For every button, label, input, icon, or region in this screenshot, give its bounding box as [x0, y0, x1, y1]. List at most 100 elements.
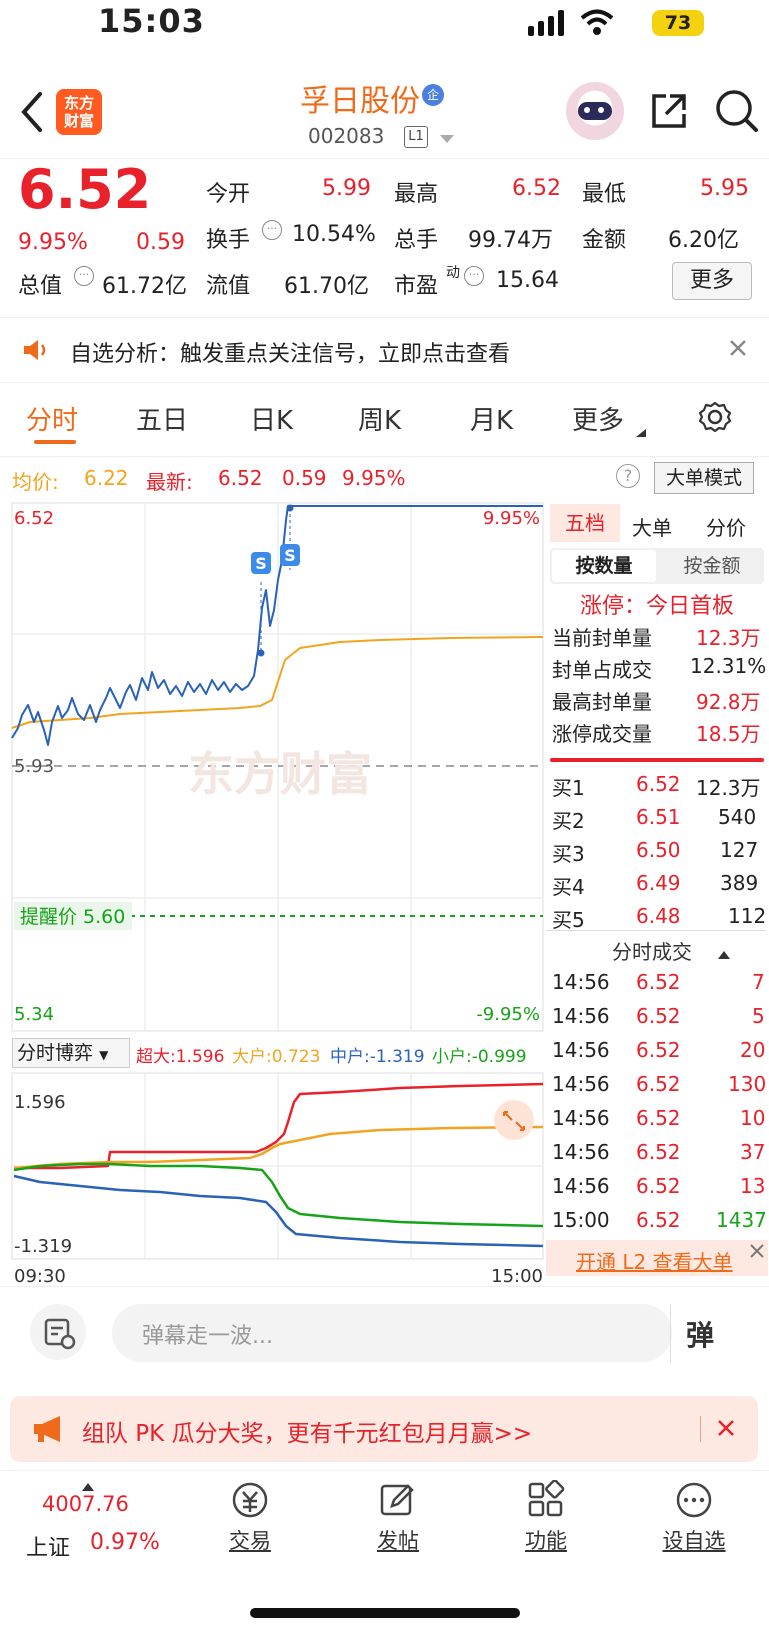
trade-price: 6.52	[636, 1106, 681, 1130]
feed-icon[interactable]	[30, 1304, 86, 1360]
search-icon[interactable]	[714, 88, 758, 138]
signal-marker: S	[284, 546, 296, 565]
low-label: 最低	[582, 182, 627, 207]
panel-tab-price-dist[interactable]: 分价	[706, 512, 746, 541]
tab-5day[interactable]: 五日	[136, 400, 188, 437]
more-dots-icon	[676, 1482, 712, 1518]
trades-title[interactable]: 分时成交	[612, 936, 692, 965]
index-name[interactable]: 上证	[26, 1530, 70, 1562]
info-icon[interactable]: ···	[74, 266, 94, 286]
sub-tab-by-amount[interactable]: 按金额	[660, 550, 764, 582]
grid-icon	[528, 1479, 565, 1517]
nav-functions[interactable]: 功能	[496, 1479, 596, 1555]
alert-price-label: 提醒价 5.60	[20, 906, 125, 928]
flow-selector[interactable]: 分时博弈 ▼	[12, 1038, 130, 1068]
latest-change: 0.59	[282, 466, 327, 490]
flow-chart[interactable]: 1.596 -1.319 09:30 15:00	[0, 1072, 545, 1290]
danmu-toggle-button[interactable]: 弹	[686, 1314, 714, 1354]
open-value: 5.99	[322, 176, 371, 201]
stat-label: 涨停成交量	[552, 722, 652, 746]
bid-qty: 127	[720, 838, 759, 862]
y-bottom-label: 5.34	[14, 1004, 54, 1025]
small-label: 小户:-0.999	[432, 1047, 527, 1067]
tab-daily-k[interactable]: 日K	[250, 400, 293, 437]
tab-intraday[interactable]: 分时	[26, 400, 78, 437]
back-icon[interactable]	[18, 90, 46, 138]
dropdown-icon[interactable]	[440, 130, 454, 149]
brand-logo: 东方 财富	[56, 89, 102, 135]
share-icon[interactable]	[648, 90, 690, 136]
index-value[interactable]: 4007.76	[42, 1492, 129, 1516]
close-icon[interactable]	[716, 1418, 736, 1442]
trade-time: 14:56	[552, 1004, 610, 1028]
bid-label: 买3	[552, 842, 585, 866]
close-icon[interactable]	[728, 338, 748, 362]
bid-qty: 112	[728, 904, 767, 928]
sub-tab-by-qty[interactable]: 按数量	[552, 550, 656, 582]
panel-tab-big-order[interactable]: 大单	[632, 512, 672, 541]
amount-value: 6.20亿	[668, 228, 739, 253]
pe-value: 15.64	[496, 268, 559, 293]
tab-more[interactable]: 更多	[572, 400, 624, 437]
bid-qty: 540	[718, 805, 757, 829]
stat-label: 封单占成交	[552, 658, 652, 682]
gear-icon[interactable]	[698, 400, 732, 438]
nav-add-watchlist[interactable]: 设自选	[644, 1480, 744, 1555]
bigorder-mode-button[interactable]: 大单模式	[654, 462, 754, 494]
info-icon[interactable]: ···	[262, 220, 282, 240]
trade-price: 6.52	[636, 970, 681, 994]
yuan-icon	[232, 1482, 268, 1518]
l2-link[interactable]: 开通 L2 查看大单	[576, 1246, 733, 1275]
bid-qty: 12.3万	[696, 776, 761, 800]
panel-tab-five-level[interactable]: 五档	[550, 504, 620, 542]
nav-post[interactable]: 发帖	[348, 1480, 448, 1555]
intraday-chart[interactable]: S S 东方财富 提醒价 5.60 6.52 9.95% 5.93 5.34 -…	[0, 500, 545, 1035]
change-value: 0.59	[136, 230, 185, 255]
close-icon[interactable]	[748, 1242, 766, 1264]
stat-label: 当前封单量	[552, 626, 652, 650]
watermark: 东方财富	[188, 747, 372, 801]
large-label: 大户:0.723	[232, 1047, 321, 1067]
bid-label: 买4	[552, 875, 585, 899]
mktcap-label: 总值	[18, 274, 63, 299]
index-pct[interactable]: 0.97%	[90, 1530, 160, 1555]
wifi-icon	[580, 8, 614, 40]
tab-indicator	[34, 440, 76, 444]
bid-price: 6.49	[636, 871, 681, 895]
tab-monthly-k[interactable]: 月K	[470, 400, 513, 437]
status-time: 15:03	[98, 2, 205, 40]
trade-price: 6.52	[636, 1038, 681, 1062]
sort-up-icon[interactable]	[718, 944, 730, 963]
volume-label: 总手	[394, 228, 439, 253]
help-icon[interactable]: ?	[616, 464, 640, 488]
stock-name[interactable]: 孚日股份	[300, 76, 420, 120]
more-button[interactable]: 更多	[672, 262, 752, 300]
input-divider	[670, 1304, 671, 1362]
bid-qty: 389	[720, 871, 759, 895]
tab-weekly-k[interactable]: 周K	[358, 400, 401, 437]
low-value: 5.95	[700, 176, 749, 201]
stat-label: 最高封单量	[552, 690, 652, 714]
mid-label: 中户:-1.319	[330, 1047, 425, 1067]
panel-divider	[546, 930, 766, 931]
speaker-icon	[22, 338, 50, 366]
trade-time: 15:00	[552, 1208, 610, 1232]
robot-avatar[interactable]	[566, 82, 624, 140]
amount-label: 金额	[582, 228, 627, 253]
bid-price: 6.50	[636, 838, 681, 862]
nav-trade[interactable]: 交易	[200, 1480, 300, 1555]
trade-time: 14:56	[552, 1174, 610, 1198]
pe-label: 市盈	[394, 274, 439, 299]
home-indicator	[250, 1608, 520, 1618]
latest-value: 6.52	[218, 466, 263, 490]
info-icon[interactable]: ···	[464, 266, 484, 286]
megaphone-icon	[32, 1414, 66, 1448]
high-label: 最高	[394, 182, 439, 207]
latest-pct: 9.95%	[342, 466, 406, 490]
trade-time: 14:56	[552, 1106, 610, 1130]
promo-text: 组队 PK 瓜分大奖，更有千元红包月月赢>>	[82, 1421, 533, 1447]
battery-icon: 73	[652, 10, 704, 36]
bid-label: 买5	[552, 908, 585, 932]
trade-time: 14:56	[552, 1140, 610, 1164]
bottom-divider	[0, 1470, 769, 1471]
